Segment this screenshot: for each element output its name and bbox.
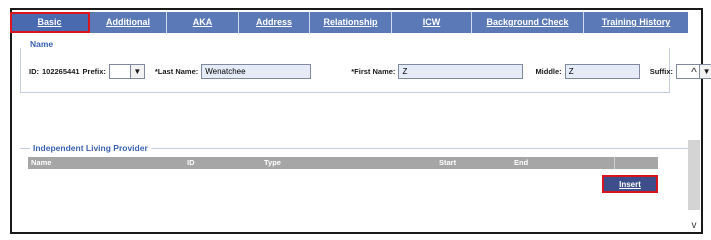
tab-training-history[interactable]: Training History <box>584 12 688 33</box>
tab-address[interactable]: Address <box>239 12 310 33</box>
tab-background-check[interactable]: Background Check <box>472 12 584 33</box>
id-label: ID: <box>29 67 39 76</box>
scrollbar-track[interactable] <box>688 140 700 210</box>
tab-aka[interactable]: AKA <box>167 12 239 33</box>
column-header-end: End <box>514 158 529 167</box>
id-value: 102265441 <box>42 67 80 76</box>
name-section: Name ID: 102265441 Prefix: ▼ *Last Name:… <box>20 39 711 93</box>
tab-basic[interactable]: Basic <box>10 12 90 33</box>
last-name-field[interactable] <box>201 64 312 79</box>
prefix-label: Prefix: <box>82 67 106 76</box>
suffix-label: Suffix: <box>649 67 674 76</box>
name-legend: Name <box>27 39 57 49</box>
insert-button[interactable]: Insert <box>602 175 658 193</box>
first-name-field[interactable] <box>398 64 524 79</box>
ilp-table-header: Name ID Type Start End <box>28 157 658 169</box>
column-header-start: Start <box>439 158 457 167</box>
ilp-legend: Independent Living Provider <box>30 143 151 153</box>
scroll-up-icon[interactable]: ^ <box>688 62 700 82</box>
chevron-down-icon[interactable]: ▼ <box>699 65 711 78</box>
tab-relationship[interactable]: Relationship <box>310 12 392 33</box>
middle-field[interactable] <box>564 64 640 79</box>
tab-bar: Basic Additional AKA Address Relationshi… <box>10 12 688 33</box>
column-header-name: Name <box>31 158 52 167</box>
chevron-down-icon[interactable]: ▼ <box>129 65 144 78</box>
prefix-value <box>110 65 130 78</box>
name-fields-row: ID: 102265441 Prefix: ▼ *Last Name: *Fir… <box>29 64 711 79</box>
column-header-id: ID <box>187 158 195 167</box>
column-header-type: Type <box>264 158 281 167</box>
prefix-select[interactable]: ▼ <box>108 64 145 79</box>
first-name-label: *First Name: <box>351 67 396 76</box>
tab-additional[interactable]: Additional <box>90 12 167 33</box>
column-header-actions <box>614 157 658 169</box>
tab-icw[interactable]: ICW <box>392 12 472 33</box>
scroll-down-icon[interactable]: v <box>688 218 700 232</box>
middle-label: Middle: <box>535 67 562 76</box>
last-name-label: *Last Name: <box>154 67 199 76</box>
